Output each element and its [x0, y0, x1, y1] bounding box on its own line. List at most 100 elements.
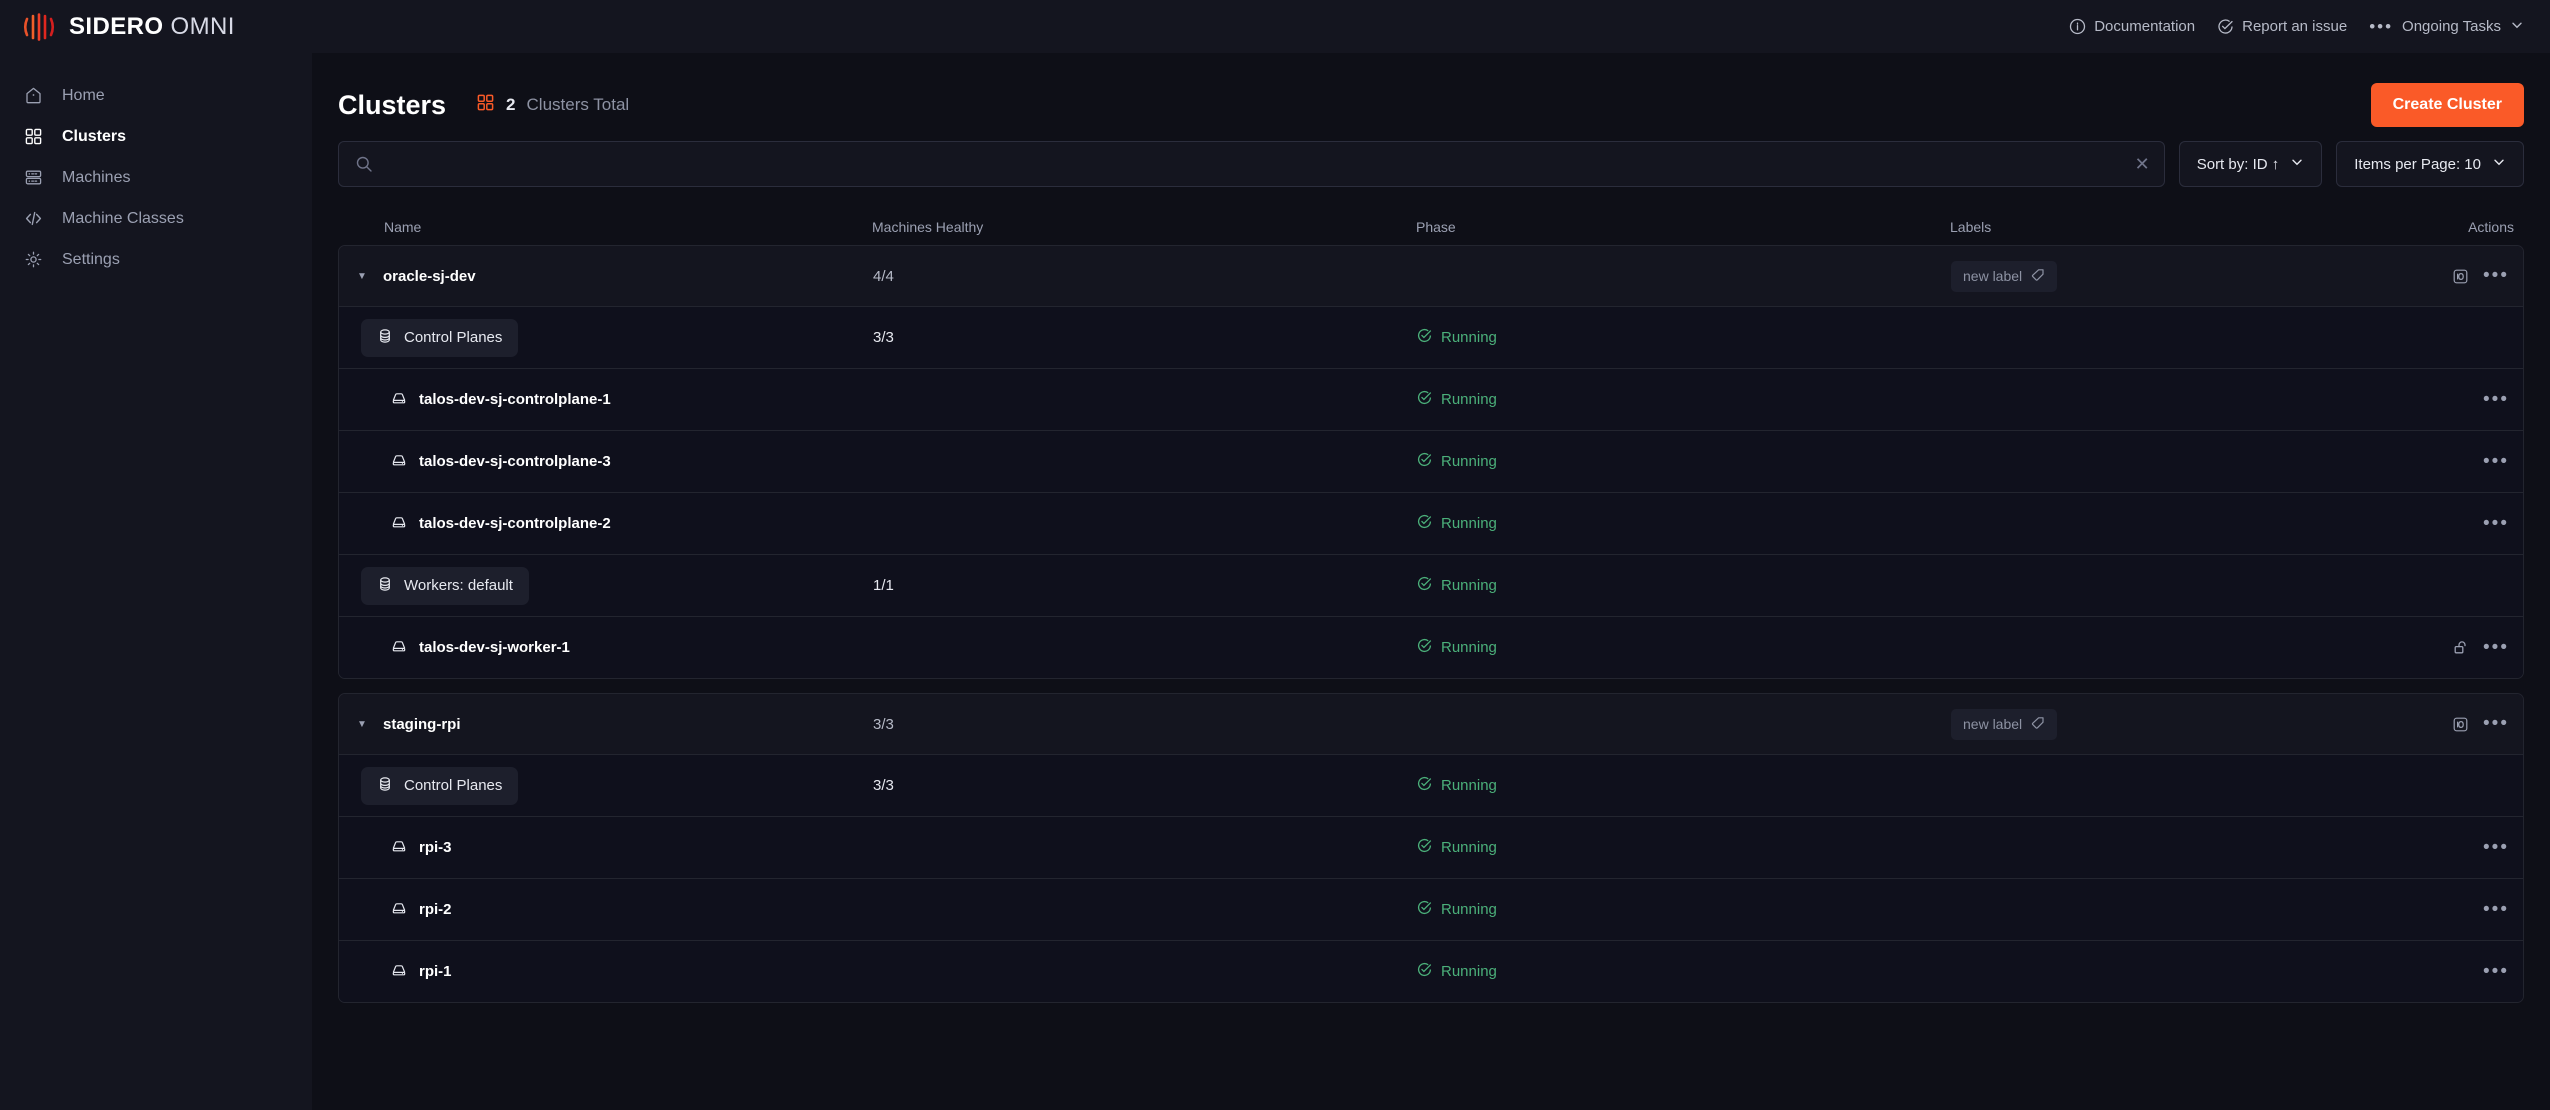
machine-name-cell[interactable]: talos-dev-sj-controlplane-2	[351, 514, 611, 534]
sidebar-item-home[interactable]: Home	[0, 75, 312, 116]
machine-row[interactable]: rpi-2 Running •••	[339, 878, 2523, 940]
machine-name: talos-dev-sj-controlplane-3	[419, 453, 611, 470]
machine-name-cell[interactable]: talos-dev-sj-controlplane-1	[351, 390, 611, 410]
sort-by-dropdown[interactable]: Sort by: ID ↑	[2178, 141, 2323, 187]
phase-label: Running	[1441, 329, 1497, 346]
check-circle-icon	[1417, 638, 1432, 657]
row-menu-button[interactable]: •••	[2483, 838, 2509, 857]
server-icon	[22, 168, 44, 187]
sidero-logo-icon	[22, 10, 56, 44]
row-menu-button[interactable]: •••	[2483, 452, 2509, 471]
column-header-labels: Labels	[1950, 219, 1992, 235]
phase-status: Running	[1417, 390, 1951, 409]
phase-status: Running	[1417, 514, 1951, 533]
search-box[interactable]: ✕	[338, 141, 2165, 187]
row-menu-button[interactable]: •••	[2483, 514, 2509, 533]
report-issue-link[interactable]: Report an issue	[2217, 18, 2347, 35]
cluster-row[interactable]: ▼ oracle-sj-dev 4/4 new label •••	[339, 246, 2523, 306]
phase-status: Running	[1417, 900, 1951, 919]
row-menu-button[interactable]: •••	[2483, 266, 2509, 285]
check-circle-icon	[1417, 776, 1432, 795]
sidebar-item-settings[interactable]: Settings	[0, 239, 312, 280]
row-menu-button[interactable]: •••	[2483, 714, 2509, 733]
row-menu-button[interactable]: •••	[2483, 390, 2509, 409]
machine-name-cell[interactable]: talos-dev-sj-worker-1	[351, 638, 570, 658]
machine-set-pill[interactable]: Control Planes	[361, 318, 519, 357]
chevron-down-icon	[2492, 155, 2506, 173]
phase-label: Running	[1441, 453, 1497, 470]
sidebar-item-machines[interactable]: Machines	[0, 157, 312, 198]
phase-status: Running	[1417, 962, 1951, 981]
machine-name-cell[interactable]: rpi-3	[351, 838, 452, 858]
machine-name-cell[interactable]: rpi-1	[351, 962, 452, 982]
column-header-phase: Phase	[1416, 219, 1456, 235]
unlock-icon[interactable]	[2452, 639, 2469, 656]
brand[interactable]: SIDERO OMNI	[22, 10, 235, 44]
ongoing-tasks-label: Ongoing Tasks	[2402, 18, 2501, 35]
info-circle-icon	[2069, 18, 2086, 35]
documentation-label: Documentation	[2094, 18, 2196, 35]
check-circle-icon	[1417, 900, 1432, 919]
column-header-name: Name	[384, 219, 422, 235]
phase-label: Running	[1441, 963, 1497, 980]
collapse-caret-icon[interactable]: ▼	[351, 271, 373, 282]
add-label-chip[interactable]: new label	[1951, 708, 2058, 740]
phase-label: Running	[1441, 577, 1497, 594]
sidebar-item-label: Machines	[62, 168, 131, 186]
check-circle-icon	[2217, 18, 2234, 35]
ongoing-tasks-menu[interactable]: ••• Ongoing Tasks	[2369, 18, 2524, 36]
machine-set-label: Control Planes	[404, 329, 503, 346]
machine-row[interactable]: talos-dev-sj-controlplane-2 Running •••	[339, 492, 2523, 554]
phase-label: Running	[1441, 639, 1497, 656]
sidebar: Home Clusters Machines Machine Classes S…	[0, 53, 312, 1110]
machine-set-pill[interactable]: Workers: default	[361, 566, 529, 605]
add-label-chip[interactable]: new label	[1951, 260, 2058, 292]
server-icon	[391, 838, 407, 858]
column-header-actions: Actions	[2468, 219, 2514, 235]
tag-icon	[2031, 716, 2045, 733]
server-stack-icon	[377, 328, 393, 348]
check-circle-icon	[1417, 962, 1432, 981]
cluster-name[interactable]: oracle-sj-dev	[383, 268, 476, 285]
machines-healthy: 3/3	[873, 777, 894, 794]
gear-icon	[22, 250, 44, 269]
cluster-name[interactable]: staging-rpi	[383, 716, 461, 733]
cluster-card: ▼ staging-rpi 3/3 new label ••• Control …	[338, 693, 2524, 1003]
create-cluster-button[interactable]: Create Cluster	[2370, 83, 2524, 127]
machine-set-row[interactable]: Control Planes 3/3 Running	[339, 754, 2523, 816]
tag-icon	[2031, 268, 2045, 285]
documentation-link[interactable]: Documentation	[2069, 18, 2195, 35]
phase-status: Running	[1417, 452, 1951, 471]
sidebar-item-clusters[interactable]: Clusters	[0, 116, 312, 157]
close-icon[interactable]: ✕	[2135, 154, 2150, 174]
machine-row[interactable]: talos-dev-sj-controlplane-3 Running •••	[339, 430, 2523, 492]
row-menu-button[interactable]: •••	[2483, 900, 2509, 919]
check-circle-icon	[1417, 576, 1432, 595]
terminal-icon[interactable]	[2452, 716, 2469, 733]
items-per-page-dropdown[interactable]: Items per Page: 10	[2336, 141, 2524, 187]
search-input[interactable]	[339, 142, 2164, 186]
machine-set-pill[interactable]: Control Planes	[361, 766, 519, 805]
machine-name-cell[interactable]: rpi-2	[351, 900, 452, 920]
machine-row[interactable]: rpi-1 Running •••	[339, 940, 2523, 1002]
main-content: Clusters 2 Clusters Total Create Cluster	[312, 53, 2550, 1110]
machine-row[interactable]: talos-dev-sj-controlplane-1 Running •••	[339, 368, 2523, 430]
machine-row[interactable]: rpi-3 Running •••	[339, 816, 2523, 878]
report-issue-label: Report an issue	[2242, 18, 2348, 35]
machine-row[interactable]: talos-dev-sj-worker-1 Running •••	[339, 616, 2523, 678]
phase-status: Running	[1417, 776, 1951, 795]
sidebar-item-machine-classes[interactable]: Machine Classes	[0, 198, 312, 239]
check-circle-icon	[1417, 328, 1432, 347]
row-menu-button[interactable]: •••	[2483, 638, 2509, 657]
grid-icon	[22, 127, 44, 146]
machine-set-row[interactable]: Control Planes 3/3 Running	[339, 306, 2523, 368]
machine-set-row[interactable]: Workers: default 1/1 Running	[339, 554, 2523, 616]
collapse-caret-icon[interactable]: ▼	[351, 719, 373, 730]
machine-name-cell[interactable]: talos-dev-sj-controlplane-3	[351, 452, 611, 472]
row-menu-button[interactable]: •••	[2483, 962, 2509, 981]
ellipsis-icon: •••	[2369, 16, 2394, 36]
cluster-row[interactable]: ▼ staging-rpi 3/3 new label •••	[339, 694, 2523, 754]
code-icon	[22, 209, 44, 228]
terminal-icon[interactable]	[2452, 268, 2469, 285]
server-icon	[391, 900, 407, 920]
